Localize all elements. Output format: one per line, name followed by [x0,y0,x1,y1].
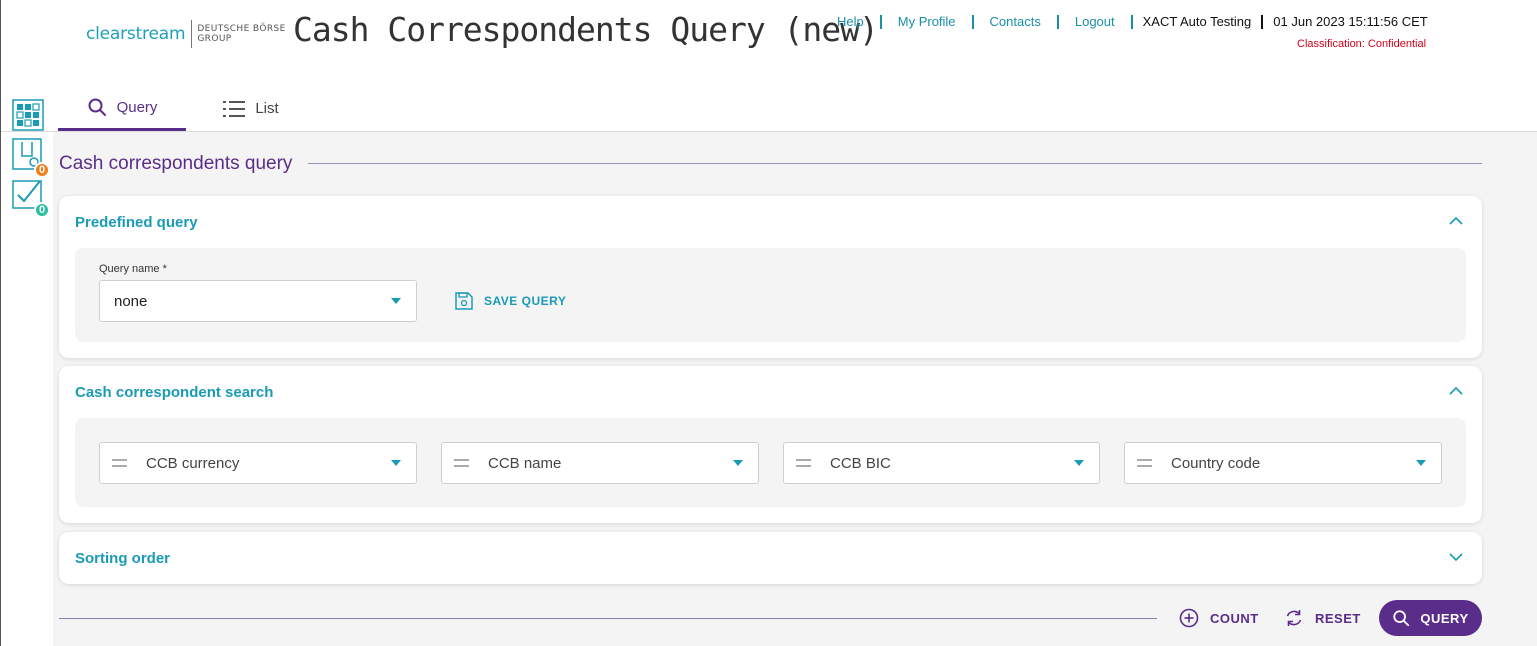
ccb-currency-select[interactable]: CCB currency [99,442,417,484]
chevron-up-icon[interactable] [1448,383,1464,399]
query-name-label: Query name * [99,263,167,275]
caret-down-icon [391,460,401,466]
pending-tasks-badge: 0 [34,162,50,178]
drag-handle-icon[interactable] [112,459,127,467]
classification-label: Classification: Confidential [1297,38,1427,50]
current-datetime: 01 Jun 2023 15:11:56 CET [1261,15,1428,29]
caret-down-icon [1074,460,1084,466]
chevron-up-icon[interactable] [1448,213,1464,229]
chevron-down-icon[interactable] [1448,549,1464,565]
tab-list-label: List [255,100,279,117]
logo-wordmark: clearstream [86,24,186,44]
query-button[interactable]: QUERY [1379,600,1482,636]
contacts-link[interactable]: Contacts [971,15,1057,29]
approvals-badge: 0 [34,202,50,218]
cash-correspondent-search-title[interactable]: Cash correspondent search [75,384,273,401]
approvals-button[interactable]: 0 [12,178,50,218]
drag-handle-icon[interactable] [1137,459,1152,467]
add-circle-icon [1179,608,1199,628]
actions-divider [59,618,1157,619]
tab-list[interactable]: List [186,86,316,131]
logout-link[interactable]: Logout [1056,15,1131,29]
drag-handle-icon[interactable] [454,459,469,467]
ccb-name-label: CCB name [488,454,562,472]
refresh-icon [1284,608,1304,628]
section-title: Cash correspondents query [59,153,293,174]
save-query-label: SAVE QUERY [484,294,567,308]
country-code-select[interactable]: Country code [1124,442,1442,484]
my-profile-link[interactable]: My Profile [879,15,972,29]
count-label: COUNT [1210,610,1259,626]
sorting-order-panel: Sorting order [59,532,1482,584]
logo-group-line2: GROUP [197,34,232,44]
logo-divider [191,20,193,48]
cash-correspondent-search-panel: Cash correspondent search CCB currency C… [59,366,1482,523]
caret-down-icon [391,298,401,304]
logo-group-line1: DEUTSCHE BÖRSE [197,24,286,34]
section-divider [308,163,1482,164]
pending-tasks-button[interactable]: 0 [12,138,50,178]
list-icon [223,100,246,118]
reset-button[interactable]: RESET [1284,608,1361,628]
current-user: XACT Auto Testing [1130,15,1262,29]
save-icon [455,292,473,310]
search-icon [1392,609,1410,627]
ccb-bic-select[interactable]: CCB BIC [783,442,1100,484]
predefined-query-body: Query name * none SAVE QUERY [75,248,1466,342]
page-title: Cash Correspondents Query (new) [293,10,879,49]
ccb-name-select[interactable]: CCB name [441,442,759,484]
caret-down-icon [733,460,743,466]
help-link[interactable]: Help [837,15,880,29]
predefined-query-panel: Predefined query Query name * none SAVE … [59,196,1482,358]
search-icon [87,97,107,117]
tab-query[interactable]: Query [58,86,186,131]
query-label: QUERY [1420,610,1469,626]
tab-query-label: Query [116,98,158,116]
cash-correspondent-search-body: CCB currency CCB name CCB BIC Country co… [75,418,1466,507]
query-name-select[interactable]: none [99,280,417,322]
view-tabs: Query List [58,86,316,131]
count-button[interactable]: COUNT [1179,608,1259,628]
ccb-bic-label: CCB BIC [830,454,891,472]
ccb-currency-label: CCB currency [146,454,240,472]
caret-down-icon [1416,460,1426,466]
reset-label: RESET [1315,610,1361,626]
app-header: clearstream DEUTSCHE BÖRSE GROUP Cash Co… [1,0,1537,80]
country-code-label: Country code [1171,454,1261,472]
save-query-button[interactable]: SAVE QUERY [455,292,566,310]
app-grid-icon [12,99,44,135]
sorting-order-title[interactable]: Sorting order [75,550,170,567]
query-name-value: none [114,292,148,310]
top-nav: Help My Profile Contacts Logout XACT Aut… [837,15,1428,29]
predefined-query-title[interactable]: Predefined query [75,214,198,231]
main-content: Cash correspondents query Predefined que… [53,132,1537,646]
app-launcher-button[interactable] [12,99,46,133]
logo-group-text: DEUTSCHE BÖRSE GROUP [197,24,285,44]
clearstream-logo: clearstream DEUTSCHE BÖRSE GROUP [86,19,286,49]
drag-handle-icon[interactable] [796,459,811,467]
